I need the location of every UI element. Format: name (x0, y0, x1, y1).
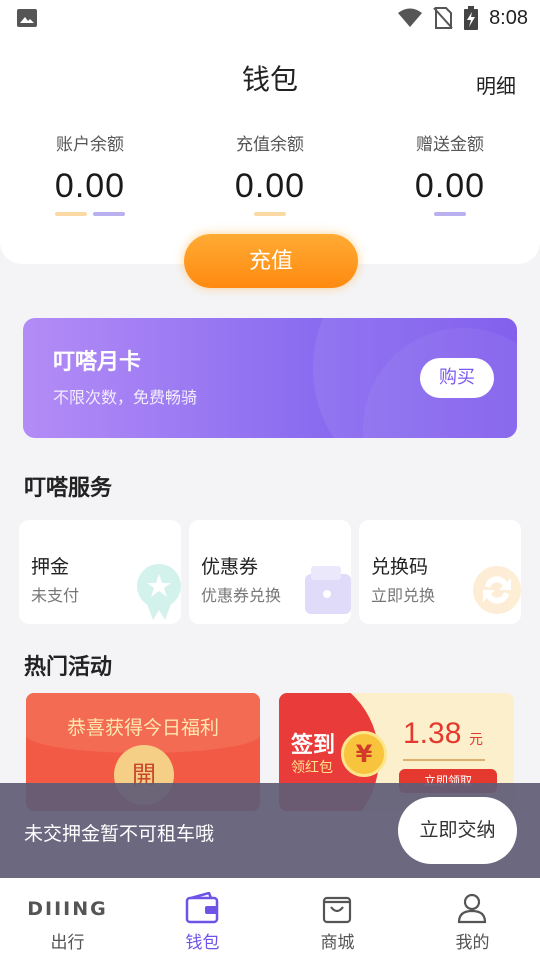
red-packet-text: 恭喜获得今日福利 (66, 717, 219, 739)
clock-time: 8:08 (489, 6, 528, 29)
battery-charging-icon (464, 6, 479, 30)
activities-title: 热门活动 (24, 655, 113, 680)
bottom-navigation: DIIING 出行 钱包 商城 我的 (0, 878, 540, 960)
recharge-balance: 充值余额 0.00 (200, 130, 340, 216)
reward-unit: 元 (469, 732, 483, 748)
service-deposit[interactable]: 押金 未支付 (19, 520, 181, 624)
reward-amount: 1.38 (403, 717, 462, 750)
medal-icon (137, 564, 181, 620)
recharge-button[interactable]: 充值 (184, 234, 358, 288)
services-title: 叮嗒服务 (24, 476, 113, 501)
nav-item-wallet[interactable]: 钱包 (135, 878, 270, 960)
exchange-icon (473, 566, 521, 614)
balance-summary: 账户余额 0.00 充值余额 0.00 赠送金额 0.00 (0, 130, 540, 220)
page-title: 钱包 (241, 63, 298, 96)
image-notification-icon (17, 9, 37, 27)
balance-amount: 0.00 (54, 167, 126, 205)
balance-label: 赠送金额 (416, 135, 484, 155)
balance-underline (380, 212, 520, 216)
gift-balance: 赠送金额 0.00 (380, 130, 520, 216)
balance-label: 充值余额 (236, 135, 304, 155)
service-coupon[interactable]: 优惠券 优惠券兑换 (189, 520, 351, 624)
balance-amount: 0.00 (234, 167, 306, 205)
wallet-icon (185, 892, 219, 924)
shopping-bag-icon (322, 896, 352, 924)
balance-underline (200, 212, 340, 216)
user-icon (457, 893, 487, 924)
sign-in-subtext: 领红包 (291, 760, 333, 776)
nav-label: 商城 (320, 933, 355, 953)
balance-amount: 0.00 (414, 167, 486, 205)
deposit-notice-bar: 未交押金暂不可租车哦 立即交纳 (0, 783, 540, 878)
balance-label: 账户余额 (56, 135, 124, 155)
service-subtitle: 立即兑换 (371, 586, 436, 605)
service-subtitle: 未支付 (31, 586, 80, 605)
monthly-card-subtitle: 不限次数，免费畅骑 (53, 388, 198, 407)
nav-label: 我的 (455, 933, 490, 953)
brand-logo: DIIING (27, 898, 108, 920)
balance-underline (20, 212, 160, 216)
wallet-icon (305, 566, 351, 614)
nav-label: 出行 (50, 933, 85, 953)
wifi-icon (398, 8, 423, 27)
service-title: 押金 (31, 556, 70, 578)
nav-item-profile[interactable]: 我的 (405, 878, 540, 960)
buy-button[interactable]: 购买 (420, 358, 494, 398)
nav-item-mall[interactable]: 商城 (270, 878, 405, 960)
detail-link[interactable]: 明细 (476, 70, 516, 99)
notice-message: 未交押金暂不可租车哦 (24, 823, 215, 845)
status-bar: 8:08 (0, 0, 540, 36)
monthly-card-title: 叮嗒月卡 (53, 350, 142, 375)
service-subtitle: 优惠券兑换 (201, 586, 282, 605)
sign-in-text: 签到 (291, 733, 336, 758)
nav-label: 钱包 (185, 933, 220, 953)
service-title: 兑换码 (371, 556, 429, 578)
service-title: 优惠券 (201, 556, 259, 578)
account-balance: 账户余额 0.00 (20, 130, 160, 216)
no-sim-icon (433, 7, 453, 29)
yen-coin-icon: ¥ (341, 731, 387, 777)
nav-item-travel[interactable]: DIIING 出行 (0, 878, 135, 960)
service-redeem-code[interactable]: 兑换码 立即兑换 (359, 520, 521, 624)
pay-deposit-button[interactable]: 立即交纳 (398, 797, 517, 864)
monthly-card-banner[interactable]: 叮嗒月卡 不限次数，免费畅骑 购买 (23, 318, 517, 438)
